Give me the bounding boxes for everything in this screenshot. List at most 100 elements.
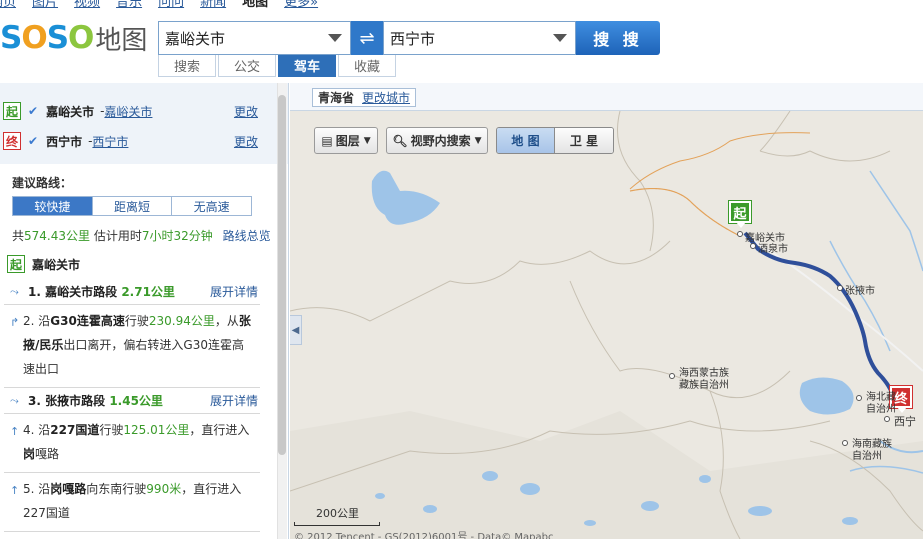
destination-input[interactable]: 西宁市 (383, 21, 576, 55)
change-city-link[interactable]: 更改城市 (362, 89, 410, 106)
logo-letter: S (46, 20, 69, 56)
city-dot (856, 395, 862, 401)
destination-value: 西宁市 (390, 29, 436, 48)
map-canvas[interactable] (290, 111, 923, 539)
search-button[interactable]: 搜 搜 (576, 21, 660, 55)
layers-button[interactable]: ▤ 图层 ▼ (314, 127, 378, 154)
map-label[interactable]: 西宁 (894, 413, 916, 429)
satellite-mode-button[interactable]: 卫 星 (555, 128, 613, 153)
top-nav-item[interactable]: 更多» (284, 0, 318, 10)
route-overview-link[interactable]: 路线总览 (223, 229, 271, 243)
step-num: 3. (28, 394, 41, 408)
end-row: 终 ✔ 西宁市 - 西宁市 更改 (0, 126, 288, 156)
collapse-panel-button[interactable]: ◀ (290, 315, 302, 345)
start-point-name: 嘉峪关市 (32, 257, 81, 272)
tab-search[interactable]: 搜索 (158, 55, 216, 77)
step-text: ，从 (214, 314, 239, 328)
turn-right-icon: ↱ (10, 316, 20, 329)
step-text: 行驶 (124, 314, 149, 328)
view-search-button[interactable]: 🔍︎ 视野内搜索 ▼ (386, 127, 488, 154)
start-tag: 起 (3, 102, 21, 120)
expand-details-link[interactable]: 展开详情 (210, 283, 258, 300)
endpoints-box: 起 ✔ 嘉峪关市 - 嘉峪关市 更改 终 ✔ 西宁市 - 西宁市 更改 (0, 83, 288, 164)
start-marker[interactable]: 起 (729, 201, 751, 228)
mode-tabs: 搜索 公交 驾车 收藏 (158, 55, 398, 77)
step-item[interactable]: ⤳ 3. 张掖市路段 1.45公里 展开详情 (4, 388, 260, 414)
start-name: 嘉峪关市 (46, 104, 95, 119)
step-item[interactable]: ↑ 5. 沿岗嘎路向东南行驶990米，直行进入 227国道 (4, 473, 260, 532)
map-toolbar: 青海省 更改城市 (290, 83, 923, 111)
tab-shortest[interactable]: 距离短 (93, 197, 173, 215)
top-nav-item[interactable]: 网页 (0, 0, 16, 10)
step-item[interactable]: ↱ 2. 沿G30连霍高速行驶230.94公里，从张掖/民乐出口离开，偏右转进入… (4, 305, 260, 388)
step-text: 嘎路 (35, 447, 60, 461)
tab-bus[interactable]: 公交 (218, 55, 276, 77)
logo-letter: O (68, 20, 94, 56)
map-label[interactable]: 张掖市 (845, 282, 875, 297)
end-city-link[interactable]: 西宁市 (92, 133, 128, 150)
scale-bar: 200公里 (294, 505, 380, 526)
top-nav-item[interactable]: 地图 (242, 0, 268, 10)
chevron-left-icon: ◀ (291, 324, 300, 336)
end-name: 西宁市 (46, 134, 83, 149)
caret-down-icon: ▼ (474, 135, 482, 146)
summary-prefix: 共 (12, 229, 25, 243)
scrollbar-thumb[interactable] (278, 95, 286, 455)
route-panel: 起 ✔ 嘉峪关市 - 嘉峪关市 更改 终 ✔ 西宁市 - 西宁市 更改 建议路线… (0, 83, 289, 539)
route-options: 较快捷 距离短 无高速 (12, 196, 252, 216)
top-nav-item[interactable]: 图片 (32, 0, 58, 10)
tab-drive[interactable]: 驾车 (278, 55, 336, 77)
top-nav-item[interactable]: 音乐 (116, 0, 142, 10)
city-dot (842, 440, 848, 446)
step-text: 5. 沿 (23, 482, 51, 496)
swap-button[interactable]: ⇌ (351, 21, 383, 55)
map-copyright: © 2012 Tencent - GS(2012)6001号 - Data© M… (294, 532, 554, 539)
step-item[interactable]: ↑ 4. 沿227国道行驶125.01公里，直行进入岗嘎路 (4, 414, 260, 473)
layers-icon: ▤ (321, 133, 333, 148)
step-item[interactable]: ⤳ 1. 嘉峪关市路段 2.71公里 展开详情 (4, 279, 260, 305)
city-dot (669, 373, 675, 379)
soso-map-logo[interactable]: SOSO 地图 (0, 18, 147, 58)
city-dot (750, 243, 756, 249)
tab-fastest[interactable]: 较快捷 (13, 197, 93, 215)
straight-arrow-icon: ↑ (10, 484, 20, 497)
check-icon: ✔ (28, 104, 39, 118)
step-text: 227国道 (23, 506, 70, 520)
step-num: 1. (28, 285, 41, 299)
change-end-link[interactable]: 更改 (234, 133, 258, 150)
map-label[interactable]: 自治州 (866, 400, 896, 415)
step-distance: 125.01公里 (123, 423, 190, 437)
swap-icon: ⇌ (359, 27, 375, 49)
view-search-label: 视野内搜索 (410, 134, 471, 148)
top-nav-item[interactable]: 新闻 (200, 0, 226, 10)
city-dot (884, 416, 890, 422)
step-text: 行驶 (99, 423, 124, 437)
step-title: 张掖市路段 (45, 394, 106, 408)
start-point-row: 起 嘉峪关市 (7, 255, 288, 273)
step-text: 2. 沿 (23, 314, 51, 328)
tab-favorites[interactable]: 收藏 (338, 55, 396, 77)
expand-details-link[interactable]: 展开详情 (210, 392, 258, 409)
map-label[interactable]: 藏族自治州 (679, 376, 729, 391)
chevron-down-icon[interactable] (328, 34, 342, 42)
tab-no-highway[interactable]: 无高速 (172, 197, 251, 215)
step-road: 岗嘎路 (50, 482, 87, 496)
origin-input[interactable]: 嘉峪关市 (158, 21, 351, 55)
top-nav-item[interactable]: 视频 (74, 0, 100, 10)
map-label[interactable]: 酒泉市 (758, 240, 788, 255)
segment-icon: ⤳ (10, 285, 19, 298)
step-next-road: 岗 (23, 447, 36, 461)
map-mode-button[interactable]: 地 图 (497, 128, 555, 153)
logo-letter: S (0, 20, 22, 56)
step-distance: 1.45公里 (109, 394, 163, 408)
map-label[interactable]: 自治州 (852, 447, 882, 462)
origin-value: 嘉峪关市 (165, 29, 226, 48)
start-city-link[interactable]: 嘉峪关市 (104, 103, 152, 120)
segment-icon: ⤳ (10, 394, 19, 407)
chevron-down-icon[interactable] (553, 34, 567, 42)
top-nav-item[interactable]: 问问 (158, 0, 184, 10)
change-start-link[interactable]: 更改 (234, 103, 258, 120)
scale-label: 200公里 (316, 507, 359, 520)
map-view[interactable]: 青海省 更改城市 ▤ 图层 ▼ 🔍︎ 视野内搜索 ▼ 地 图 卫 星 起 终 嘉… (290, 83, 923, 539)
step-distance: 230.94公里 (148, 314, 215, 328)
